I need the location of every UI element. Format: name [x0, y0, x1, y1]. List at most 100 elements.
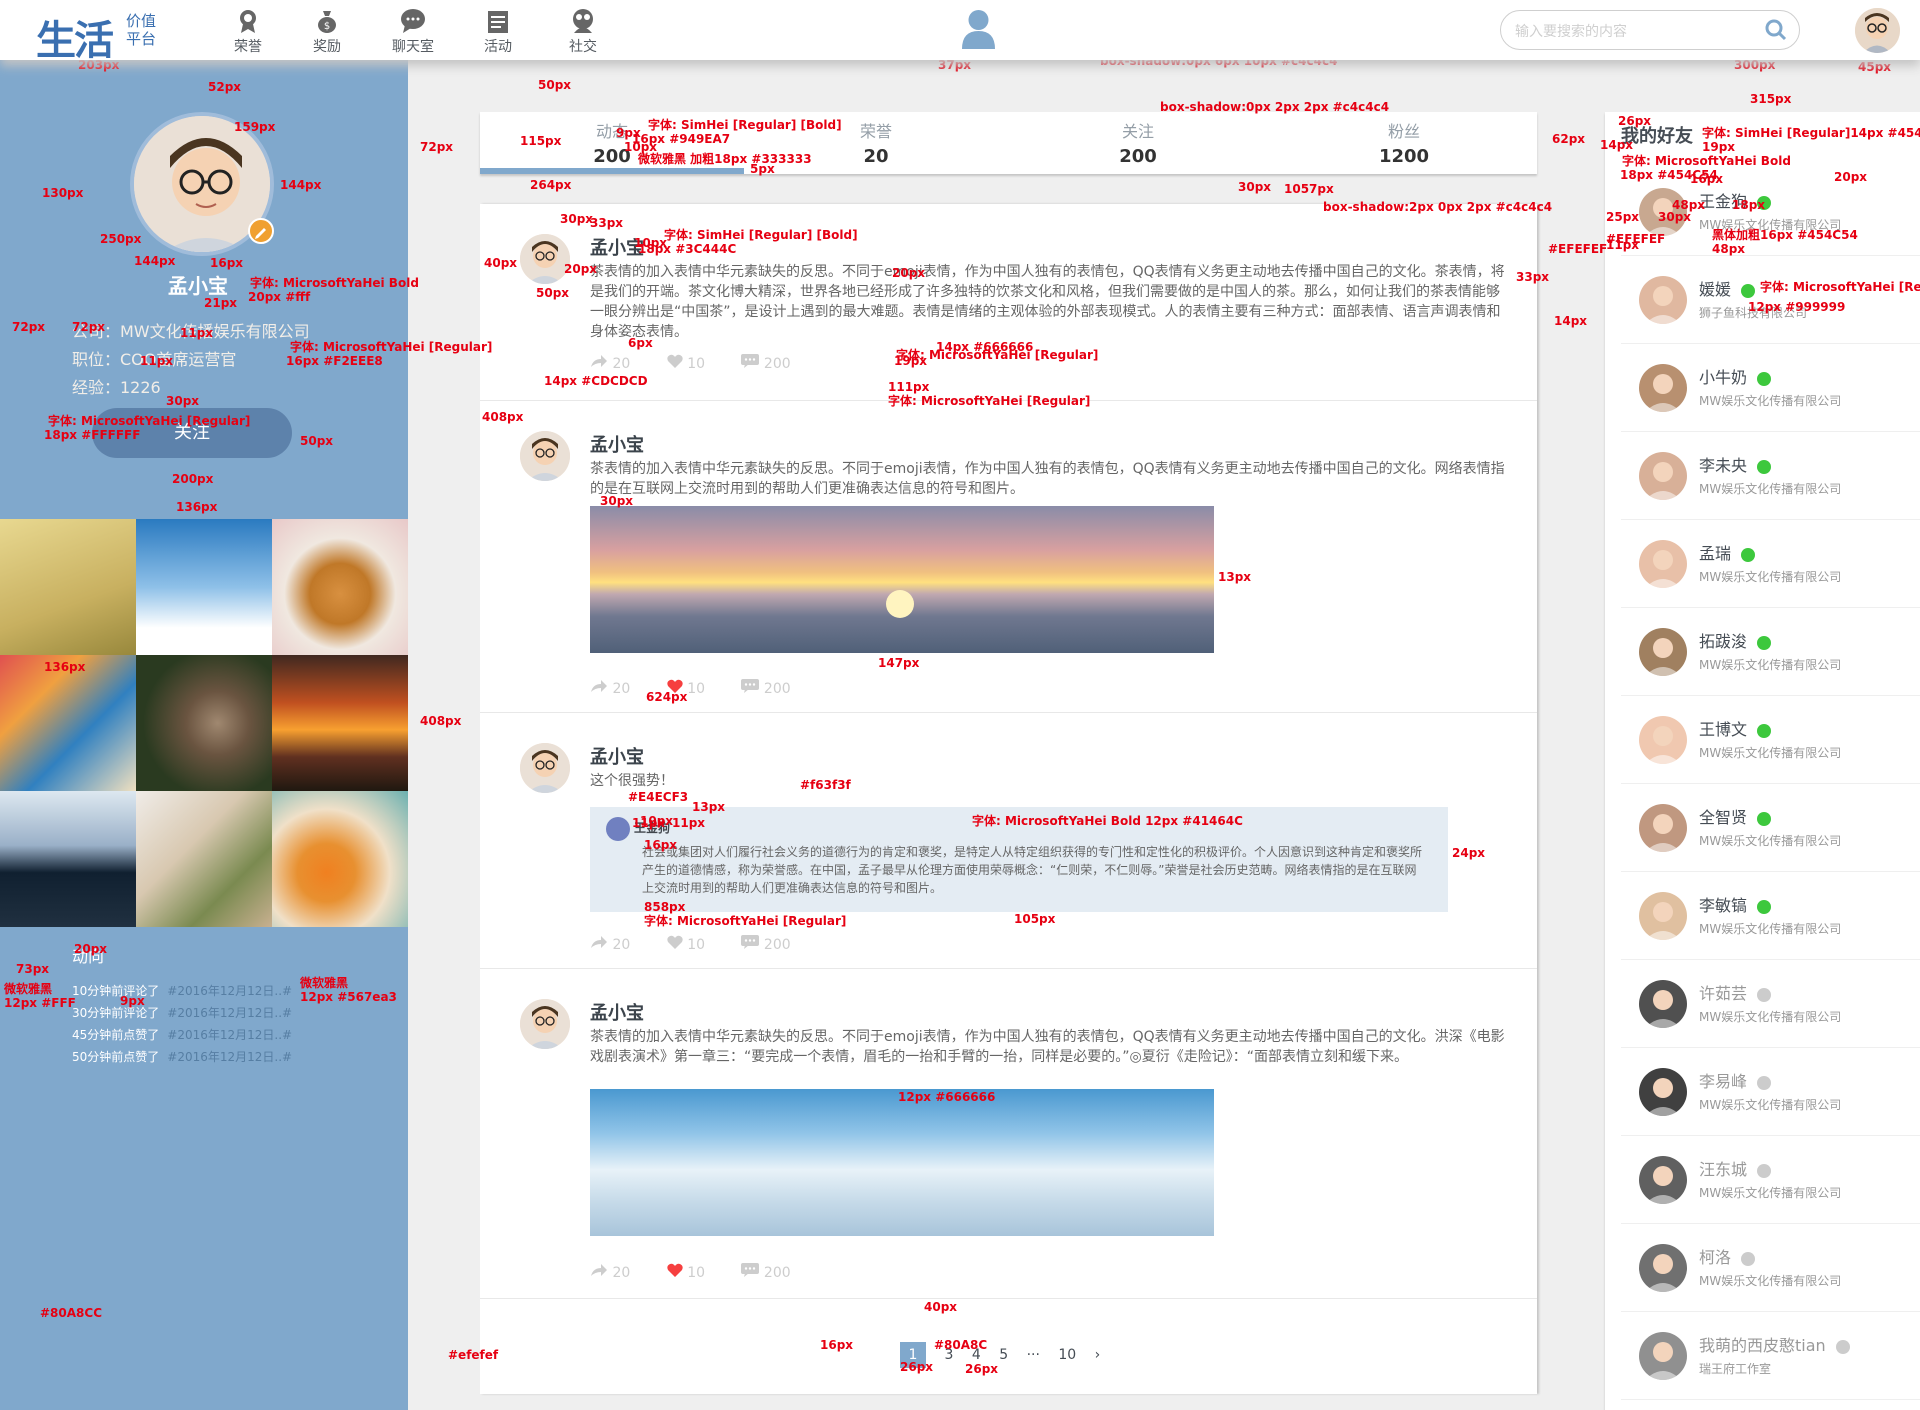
friend-name[interactable]: 全智贤	[1699, 804, 1772, 828]
like-button[interactable]: 10	[667, 935, 721, 953]
friend-avatar[interactable]	[1639, 540, 1687, 588]
post-avatar[interactable]	[520, 999, 570, 1049]
friend-avatar[interactable]	[1639, 452, 1687, 500]
friend-item[interactable]: 李未央 MW娱乐文化传播有限公司	[1621, 432, 1920, 520]
friend-avatar[interactable]	[1639, 804, 1687, 852]
post-image-sunrise[interactable]	[590, 506, 1214, 653]
logo[interactable]: 生活	[36, 8, 114, 66]
comment-button[interactable]: 200	[741, 354, 806, 372]
avatar-face-icon	[1645, 1166, 1681, 1204]
friend-avatar[interactable]	[1639, 980, 1687, 1028]
post-author[interactable]: 孟小宝	[590, 431, 644, 457]
nav-honor[interactable]: 荣誉	[218, 8, 278, 56]
friend-name[interactable]: 汪东城	[1699, 1156, 1772, 1180]
friend-name[interactable]: 媛媛	[1699, 276, 1756, 300]
comment-button[interactable]: 200	[741, 935, 806, 953]
spec-annotation: 12px #FFF	[4, 996, 76, 1010]
like-button[interactable]: 10	[667, 354, 721, 372]
nav-chatroom[interactable]: 聊天室	[383, 8, 443, 56]
friend-avatar[interactable]	[1639, 892, 1687, 940]
search-input[interactable]: 输入要搜索的内容	[1500, 10, 1800, 50]
next-page-icon[interactable]: ›	[1095, 1347, 1101, 1363]
friend-avatar[interactable]	[1639, 1156, 1687, 1204]
friend-name[interactable]: 孟瑞	[1699, 540, 1756, 564]
spec-annotation: box-shadow:0px 2px 2px #c4c4c4	[1160, 100, 1390, 114]
gallery-photo-clouds[interactable]	[136, 519, 272, 655]
friend-avatar[interactable]	[1639, 364, 1687, 412]
page-link[interactable]: 5	[999, 1347, 1008, 1363]
dynamic-item[interactable]: 30分钟前评论了 #2016年12月12日..#	[72, 1004, 292, 1021]
friend-name[interactable]: 李未央	[1699, 452, 1772, 476]
friend-name[interactable]: 我萌的西皮憨tian	[1699, 1332, 1850, 1356]
friend-name[interactable]: 王博文	[1699, 716, 1772, 740]
dynamic-item[interactable]: 10分钟前评论了 #2016年12月12日..#	[72, 982, 292, 999]
stat-fans[interactable]: 粉丝 1200	[1344, 118, 1464, 167]
friend-item[interactable]: 王博文 MW娱乐文化传播有限公司	[1621, 696, 1920, 784]
friend-avatar[interactable]	[1639, 716, 1687, 764]
gallery-photo-pancakes[interactable]	[272, 519, 408, 655]
dynamic-item[interactable]: 50分钟前点赞了 #2016年12月12日..#	[72, 1048, 292, 1065]
spec-annotation: 黑体加粗16px #454C54	[1712, 228, 1858, 242]
post-text: 茶表情的加入表情中华元素缺失的反思。不同于emoji表情，作为中国人独有的表情包…	[590, 264, 1505, 340]
friend-item[interactable]: 柯洛 MW娱乐文化传播有限公司	[1621, 1224, 1920, 1312]
share-button[interactable]: 20	[590, 680, 646, 697]
gallery-photo-girl-field[interactable]	[0, 519, 136, 655]
page-link[interactable]: 10	[1058, 1347, 1076, 1363]
search-icon[interactable]	[1765, 19, 1787, 41]
post-avatar[interactable]	[520, 743, 570, 793]
friend-item[interactable]: 小牛奶 MW娱乐文化传播有限公司	[1621, 344, 1920, 432]
friend-item[interactable]: 汪东城 MW娱乐文化传播有限公司	[1621, 1136, 1920, 1224]
friend-item[interactable]: 全智贤 MW娱乐文化传播有限公司	[1621, 784, 1920, 872]
nav-social[interactable]: 社交	[553, 8, 613, 56]
friend-item[interactable]: 我萌的西皮憨tian 瑞王府工作室	[1621, 1312, 1920, 1400]
stat-following[interactable]: 关注 200	[1078, 118, 1198, 167]
nav-activity[interactable]: 活动	[468, 8, 528, 56]
post-image-clouds[interactable]	[590, 1089, 1214, 1236]
friend-avatar[interactable]	[1639, 628, 1687, 676]
friend-item[interactable]: 孟瑞 MW娱乐文化传播有限公司	[1621, 520, 1920, 608]
gallery-photo-man-black[interactable]	[0, 791, 136, 927]
gallery-photo-orange-jam[interactable]	[272, 791, 408, 927]
share-icon	[591, 680, 607, 692]
spec-annotation: 858px	[644, 900, 686, 914]
share-button[interactable]: 20	[590, 355, 646, 372]
edit-avatar-icon[interactable]	[248, 218, 274, 244]
share-button[interactable]: 20	[590, 1264, 646, 1281]
like-button[interactable]: 10	[667, 1263, 721, 1281]
comment-button[interactable]: 200	[741, 679, 806, 697]
friend-name[interactable]: 李易峰	[1699, 1068, 1772, 1092]
share-button[interactable]: 20	[590, 936, 646, 953]
friend-name[interactable]: 柯洛	[1699, 1244, 1756, 1268]
gallery-photo-sunset[interactable]	[272, 655, 408, 791]
friend-avatar[interactable]	[1639, 276, 1687, 324]
friend-name[interactable]: 拓跋浚	[1699, 628, 1772, 652]
spec-annotation: 300px	[1734, 58, 1776, 72]
friend-item[interactable]: 李易峰 MW娱乐文化传播有限公司	[1621, 1048, 1920, 1136]
friend-item[interactable]: 李敏镐 MW娱乐文化传播有限公司	[1621, 872, 1920, 960]
gallery-photo-sandwich[interactable]	[136, 791, 272, 927]
gallery-photo-cat[interactable]	[136, 655, 272, 791]
friend-company: MW娱乐文化传播有限公司	[1699, 570, 1842, 584]
dynamic-item[interactable]: 45分钟前点赞了 #2016年12月12日..#	[72, 1026, 292, 1043]
friend-item[interactable]: 拓跋浚 MW娱乐文化传播有限公司	[1621, 608, 1920, 696]
friend-item[interactable]: 许茹芸 MW娱乐文化传播有限公司	[1621, 960, 1920, 1048]
user-profile-icon[interactable]	[960, 8, 997, 49]
post-author[interactable]: 孟小宝	[590, 743, 644, 769]
spec-annotation: 18px	[1732, 198, 1766, 212]
friend-name[interactable]: 许茹芸	[1699, 980, 1772, 1004]
friend-avatar[interactable]	[1639, 1068, 1687, 1116]
post-avatar[interactable]	[520, 431, 570, 481]
header-avatar[interactable]	[1855, 8, 1900, 53]
friend-avatar[interactable]	[1639, 1332, 1687, 1380]
quote-avatar[interactable]	[606, 817, 630, 841]
post-avatar[interactable]	[520, 234, 570, 284]
friend-name[interactable]: 李敏镐	[1699, 892, 1772, 916]
nav-reward[interactable]: $ 奖励	[297, 8, 357, 56]
gallery-photo-flower-bike[interactable]	[0, 655, 136, 791]
medal-icon	[240, 10, 256, 33]
friend-avatar[interactable]	[1639, 1244, 1687, 1292]
comment-button[interactable]: 200	[741, 1263, 806, 1281]
friend-company: MW娱乐文化传播有限公司	[1699, 922, 1842, 936]
friend-name[interactable]: 小牛奶	[1699, 364, 1772, 388]
post-author[interactable]: 孟小宝	[590, 999, 644, 1025]
